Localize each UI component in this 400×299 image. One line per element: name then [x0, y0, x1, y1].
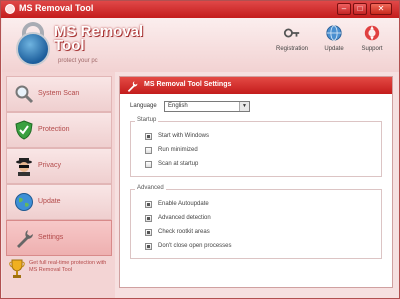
app-tagline: protect your pc: [58, 58, 98, 64]
lock-logo-icon: [16, 32, 50, 66]
promo-text: Get full real-time protection with MS Re…: [29, 260, 107, 273]
lifebuoy-icon: [364, 25, 380, 41]
registration-button[interactable]: Registration: [272, 22, 312, 68]
upgrade-promo[interactable]: Get full real-time protection with MS Re…: [6, 257, 112, 295]
support-button[interactable]: Support: [352, 22, 392, 68]
key-icon: [283, 28, 300, 38]
option-label: Don't close open processes: [158, 243, 232, 249]
spy-icon: [16, 158, 32, 176]
update-header-button[interactable]: Update: [314, 22, 354, 68]
enable-autoupdate-checkbox[interactable]: [145, 201, 152, 208]
sidebar-item-label: Protection: [38, 126, 70, 133]
chevron-down-icon[interactable]: ▼: [239, 102, 249, 111]
app-header: MS Removal Tool protect your pc Registra…: [2, 18, 399, 72]
title-bar[interactable]: MS Removal Tool – □ ✕: [1, 1, 399, 18]
shield-check-icon: [15, 120, 33, 140]
sidebar-item-update[interactable]: Update: [6, 184, 112, 220]
sidebar-item-label: Settings: [38, 234, 64, 241]
globe-icon: [326, 25, 342, 41]
advanced-group: Advanced Enable Autoupdate Advanced dete…: [130, 185, 382, 259]
sidebar-item-privacy[interactable]: Privacy: [6, 148, 112, 184]
app-name: MS Removal Tool: [54, 24, 144, 54]
startup-group-title: Startup: [135, 117, 159, 123]
update-label: Update: [324, 46, 344, 52]
dont-close-processes-checkbox[interactable]: [145, 243, 152, 250]
advanced-detection-checkbox[interactable]: [145, 215, 152, 222]
option-label: Scan at startup: [158, 161, 199, 167]
settings-panel-header: MS Removal Tool Settings: [120, 77, 392, 94]
option-label: Run minimized: [158, 147, 198, 153]
close-button[interactable]: ✕: [370, 3, 392, 15]
trophy-icon: [9, 259, 25, 278]
wrench-icon: [127, 81, 138, 92]
sidebar-item-label: Privacy: [38, 162, 61, 169]
sidebar-item-label: System Scan: [38, 90, 80, 97]
option-label: Advanced detection: [158, 215, 211, 221]
app-name-line2: Tool: [54, 37, 85, 54]
app-window: MS Removal Tool – □ ✕ MS Removal Tool pr…: [0, 0, 400, 299]
advanced-group-title: Advanced: [135, 185, 166, 191]
sidebar-item-system-scan[interactable]: System Scan: [6, 76, 112, 112]
magnifier-icon: [15, 85, 34, 104]
language-label: Language: [130, 103, 157, 109]
minimize-button[interactable]: –: [337, 3, 351, 15]
sidebar-item-label: Update: [38, 198, 61, 205]
settings-title: MS Removal Tool Settings: [144, 81, 232, 88]
app-icon: [5, 4, 15, 14]
registration-label: Registration: [275, 46, 308, 52]
language-value: English: [168, 103, 188, 109]
window-title: MS Removal Tool: [19, 3, 94, 13]
sidebar-item-protection[interactable]: Protection: [6, 112, 112, 148]
option-label: Enable Autoupdate: [158, 201, 209, 207]
maximize-button[interactable]: □: [353, 3, 367, 15]
language-select[interactable]: English ▼: [164, 101, 250, 112]
sidebar-item-settings[interactable]: Settings: [6, 220, 112, 256]
run-minimized-checkbox[interactable]: [145, 147, 152, 154]
globe-icon: [15, 193, 33, 211]
settings-panel: MS Removal Tool Settings Language Englis…: [119, 76, 393, 288]
start-with-windows-checkbox[interactable]: [145, 133, 152, 140]
check-rootkit-areas-checkbox[interactable]: [145, 229, 152, 236]
startup-group: Startup Start with Windows Run minimized…: [130, 117, 382, 177]
option-label: Start with Windows: [158, 133, 210, 139]
wrench-icon: [17, 230, 33, 248]
scan-at-startup-checkbox[interactable]: [145, 161, 152, 168]
option-label: Check rootkit areas: [158, 229, 210, 235]
sidebar: System Scan Protection Privacy Update Se…: [2, 72, 115, 298]
support-label: Support: [361, 46, 383, 52]
